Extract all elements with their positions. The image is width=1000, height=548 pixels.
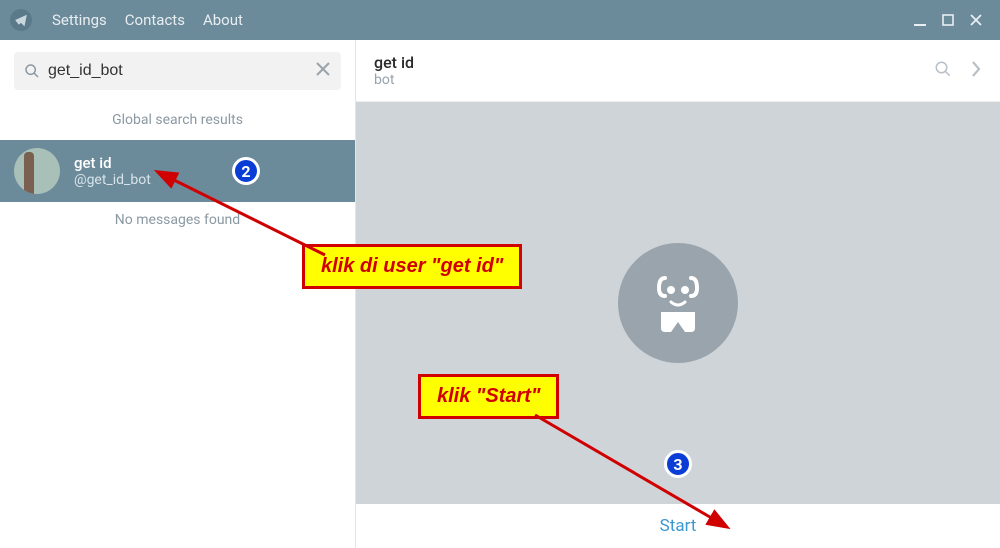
annotation-callout-1: klik di user "get id": [302, 244, 522, 289]
search-box[interactable]: [14, 52, 341, 90]
close-button[interactable]: [962, 6, 990, 34]
result-handle: @get_id_bot: [74, 172, 151, 188]
search-input[interactable]: [40, 62, 315, 80]
search-result-get-id[interactable]: get id @get_id_bot: [0, 140, 355, 202]
menu-contacts[interactable]: Contacts: [125, 11, 185, 29]
menu-settings[interactable]: Settings: [52, 11, 107, 29]
result-avatar: [14, 148, 60, 194]
menu-about[interactable]: About: [203, 11, 243, 29]
chat-body: [356, 102, 1000, 504]
chat-header: get id bot: [356, 40, 1000, 102]
chat-subtitle: bot: [374, 72, 414, 88]
maximize-button[interactable]: [934, 6, 962, 34]
annotation-callout-2: klik "Start": [418, 374, 559, 419]
chat-more-icon[interactable]: [970, 60, 982, 82]
titlebar: Settings Contacts About: [0, 0, 1000, 40]
annotation-badge-2: 2: [232, 157, 260, 185]
sidebar: Global search results get id @get_id_bot…: [0, 40, 356, 548]
result-name: get id: [74, 154, 151, 172]
chat-title: get id: [374, 53, 414, 72]
bot-avatar: [618, 243, 738, 363]
search-icon: [24, 63, 40, 79]
minimize-button[interactable]: [906, 6, 934, 34]
clear-search-icon[interactable]: [315, 61, 331, 82]
annotation-badge-3: 3: [664, 450, 692, 478]
global-search-header: Global search results: [0, 102, 355, 140]
chat-footer: Start: [356, 504, 1000, 548]
bot-face-icon: [643, 268, 713, 338]
chat-search-icon[interactable]: [934, 60, 952, 82]
telegram-icon: [10, 9, 32, 31]
no-messages-label: No messages found: [0, 202, 355, 240]
start-button[interactable]: Start: [660, 516, 697, 536]
